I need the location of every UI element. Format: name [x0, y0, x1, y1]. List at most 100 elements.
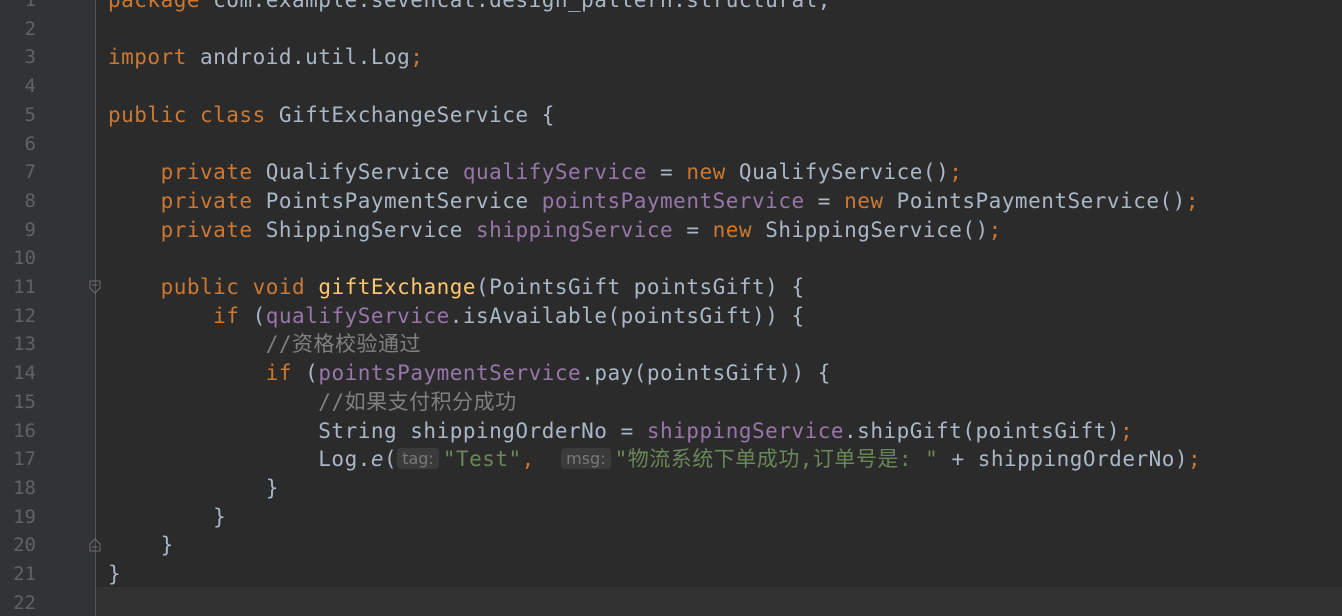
code-token: } — [108, 562, 122, 586]
line-number[interactable]: 12 — [0, 302, 36, 331]
code-text[interactable]: } — [108, 474, 279, 503]
code-token: QualifyService() — [725, 160, 950, 185]
code-token: PointsPaymentService() — [883, 188, 1186, 213]
code-line[interactable]: 5 public class GiftExchangeService { — [0, 101, 1342, 130]
code-token: .isAvailable(pointsGift)) { — [449, 303, 805, 328]
line-number[interactable]: 22 — [0, 589, 36, 616]
code-line[interactable]: 10 — [0, 244, 1342, 273]
method-name-token: giftExchange — [318, 275, 477, 299]
code-line[interactable]: 7 private QualifyService qualifyService … — [0, 158, 1342, 187]
line-number[interactable]: 1 — [0, 0, 36, 15]
keyword-token: ; — [949, 160, 963, 185]
line-number[interactable]: 15 — [0, 388, 36, 417]
code-line[interactable]: 20 } — [0, 531, 1342, 560]
code-text[interactable]: Log.e(tag: "Test", msg: "物流系统下单成功,订单号是: " … — [108, 445, 1201, 474]
line-number[interactable]: 14 — [0, 359, 36, 388]
code-token: PointsPaymentService — [252, 188, 542, 213]
string-literal-token: "Test" — [442, 447, 522, 472]
keyword-token: if — [265, 361, 293, 386]
code-line[interactable]: 2 — [0, 15, 1342, 44]
line-number[interactable]: 4 — [0, 72, 36, 101]
code-line[interactable]: 15 //如果支付积分成功 — [0, 388, 1342, 417]
code-token: Log. — [108, 447, 371, 472]
line-number[interactable]: 9 — [0, 216, 36, 245]
code-text[interactable]: private PointsPaymentService pointsPayme… — [108, 187, 1199, 216]
code-text[interactable]: private QualifyService qualifyService = … — [108, 158, 962, 187]
code-token: } — [108, 475, 279, 500]
code-line[interactable]: 21} — [0, 560, 1342, 589]
line-number[interactable]: 20 — [0, 531, 36, 560]
field-token: pointsPaymentService — [541, 188, 805, 213]
code-token: ( — [239, 303, 266, 328]
code-text[interactable]: } — [108, 531, 174, 560]
code-line[interactable]: 6 — [0, 130, 1342, 159]
line-number[interactable]: 6 — [0, 130, 36, 159]
code-line[interactable]: 14 if (pointsPaymentService.pay(pointsGi… — [0, 359, 1342, 388]
code-line[interactable]: 12 if (qualifyService.isAvailable(points… — [0, 302, 1342, 331]
code-token: ( — [292, 361, 319, 386]
line-number[interactable]: 5 — [0, 101, 36, 130]
line-number[interactable]: 13 — [0, 330, 36, 359]
field-token: pointsPaymentService — [318, 361, 582, 386]
field-token: shippingService — [476, 217, 674, 242]
line-number[interactable]: 11 — [0, 273, 36, 302]
keyword-token: public void — [160, 275, 306, 299]
code-line[interactable]: 18 } — [0, 474, 1342, 503]
code-text[interactable]: private ShippingService shippingService … — [108, 216, 1002, 245]
code-token: } — [108, 533, 174, 558]
field-token: qualifyService — [265, 303, 450, 328]
code-token: QualifyService — [252, 160, 463, 185]
code-text[interactable]: String shippingOrderNo = shippingService… — [108, 417, 1133, 446]
code-text[interactable]: public class GiftExchangeService { — [108, 101, 555, 130]
code-text[interactable]: //如果支付积分成功 — [108, 388, 517, 417]
code-text[interactable]: //资格校验通过 — [108, 330, 421, 359]
fold-start-icon[interactable] — [89, 280, 101, 294]
code-line[interactable]: 22 — [0, 589, 1342, 616]
code-editor[interactable]: 1 package com.example.sevencat.design_pat… — [0, 0, 1342, 616]
code-line[interactable]: 11 public void giftExchange(PointsGift p… — [0, 273, 1342, 302]
code-text[interactable]: if (qualifyService.isAvailable(pointsGif… — [108, 302, 805, 331]
code-text[interactable]: public void giftExchange(PointsGift poin… — [108, 273, 805, 302]
code-line[interactable]: 3 import android.util.Log; — [0, 43, 1342, 72]
code-line[interactable]: 9 private ShippingService shippingServic… — [0, 216, 1342, 245]
line-number[interactable]: 16 — [0, 417, 36, 446]
code-text[interactable]: } — [108, 560, 121, 589]
line-number[interactable]: 21 — [0, 560, 36, 589]
parameter-hint: msg: — [561, 448, 611, 470]
code-line[interactable]: 4 — [0, 72, 1342, 101]
code-line[interactable]: 16 String shippingOrderNo = shippingServ… — [0, 417, 1342, 446]
static-call-token: e — [370, 447, 385, 472]
fold-end-icon[interactable] — [89, 538, 101, 552]
keyword-token: import — [108, 45, 187, 70]
line-number[interactable]: 19 — [0, 503, 36, 532]
line-number[interactable]: 10 — [0, 244, 36, 273]
code-line[interactable]: 1 package com.example.sevencat.design_pat… — [0, 0, 1342, 15]
keyword-token: ; — [410, 45, 424, 70]
code-line[interactable]: 13 //资格校验通过 — [0, 330, 1342, 359]
line-number[interactable]: 3 — [0, 43, 36, 72]
code-token: ( — [384, 447, 398, 472]
keyword-token: private — [160, 160, 253, 185]
line-number[interactable]: 7 — [0, 158, 36, 187]
line-number[interactable]: 18 — [0, 474, 36, 503]
code-text[interactable]: } — [108, 503, 226, 532]
code-line[interactable]: 8 private PointsPaymentService pointsPay… — [0, 187, 1342, 216]
keyword-token: public class — [108, 102, 266, 127]
keyword-token: , — [521, 447, 535, 472]
code-token: (PointsGift pointsGift) { — [476, 275, 805, 299]
keyword-token: ; — [988, 217, 1002, 242]
code-token: GiftExchangeService { — [265, 102, 555, 127]
code-line[interactable]: 19 } — [0, 503, 1342, 532]
code-text[interactable]: package com.example.sevencat.design_patt… — [108, 0, 831, 15]
line-number[interactable]: 17 — [0, 445, 36, 474]
line-number[interactable]: 8 — [0, 187, 36, 216]
code-text[interactable]: if (pointsPaymentService.pay(pointsGift)… — [108, 359, 831, 388]
code-token: ShippingService — [252, 217, 477, 242]
code-text[interactable]: import android.util.Log; — [108, 43, 423, 72]
line-number[interactable]: 2 — [0, 15, 36, 44]
code-line[interactable]: 17 Log.e(tag: "Test", msg: "物流系统下单成功,订单号是:… — [0, 445, 1342, 474]
code-token: .pay(pointsGift)) { — [581, 361, 831, 386]
